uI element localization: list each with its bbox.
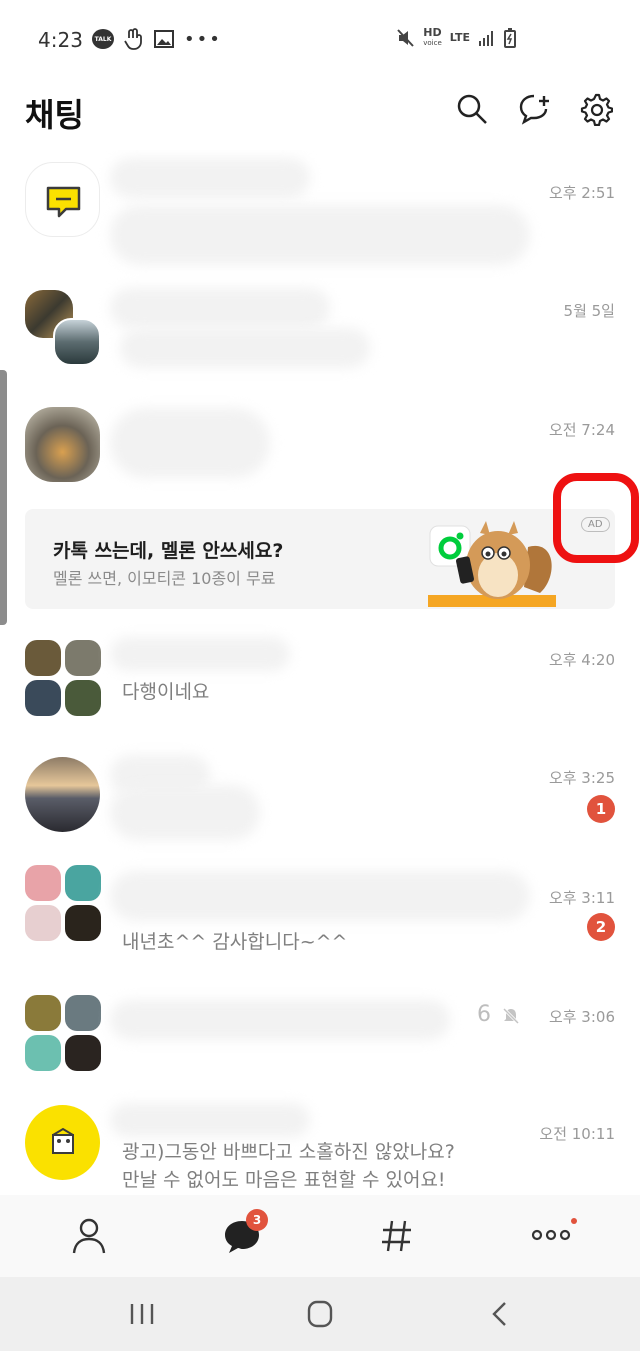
friends-tab-icon[interactable] (67, 1213, 111, 1257)
page-title: 채팅 (25, 96, 84, 134)
blurred-name (110, 1103, 310, 1137)
group-avatar (25, 640, 101, 716)
settings-gear-icon[interactable] (579, 92, 613, 126)
blurred-preview (120, 328, 370, 368)
chat-preview: 다행이네요 (122, 681, 210, 703)
chat-row[interactable]: 오후 2:51 (0, 150, 640, 268)
chat-row[interactable]: 다행이네요 오후 4:20 (0, 625, 640, 743)
blurred-preview (110, 205, 530, 265)
talk-icon: TALK (92, 29, 114, 49)
chat-preview: 내년초^^ 감사합니다~^^ (122, 931, 348, 953)
chat-row[interactable]: 광고)그동안 바쁘다고 소홀하진 않았나요? 만날 수 없어도 마음은 표현할 … (0, 1103, 640, 1195)
avatar (25, 1105, 100, 1180)
home-button-icon[interactable] (300, 1299, 340, 1329)
system-indicators: HD voice LTE (397, 26, 516, 48)
mute-icon (397, 29, 414, 47)
blurred-name (110, 288, 330, 328)
chat-preview-line2: 만날 수 없어도 마음은 표현할 수 있어요! (122, 1169, 446, 1191)
avatar (25, 757, 100, 832)
hd-voice-indicator: HD voice (423, 26, 442, 47)
avatar (25, 162, 100, 237)
status-time: 4:23 (38, 28, 83, 52)
chat-time: 오후 2:51 (548, 184, 615, 202)
header: 채팅 (0, 80, 640, 150)
chat-time: 오후 3:06 (548, 1008, 615, 1026)
ad-title: 카톡 쓰는데, 멜론 안쓰세요? (53, 540, 284, 562)
chat-row[interactable]: 내년초^^ 감사합니다~^^ 오후 3:11 2 (0, 863, 640, 981)
chat-time: 오후 4:20 (548, 651, 615, 669)
new-chat-icon[interactable] (518, 92, 552, 126)
search-icon[interactable] (455, 92, 489, 126)
notification-icons: TALK ••• (92, 28, 222, 50)
status-bar: 4:23 TALK ••• HD voice LTE (0, 0, 640, 80)
chat-time: 오전 7:24 (548, 421, 615, 439)
group-avatar (25, 865, 101, 941)
more-notifications-icon: ••• (184, 28, 222, 50)
ad-highlight-annotation (553, 473, 639, 563)
more-new-dot (571, 1218, 577, 1224)
member-count: 6 (477, 1002, 491, 1027)
chat-list: 오후 2:51 5월 5일 오전 7:24 다행이네요 오후 4:20 오후 3… (0, 150, 640, 1195)
more-tab-icon[interactable] (530, 1213, 574, 1257)
chat-time: 오후 3:11 (548, 889, 615, 907)
notice-chat-icon (46, 186, 81, 218)
chat-time: 5월 5일 (563, 302, 615, 320)
recent-apps-icon[interactable] (122, 1299, 162, 1329)
hashtag-tab-icon[interactable] (375, 1213, 419, 1257)
notification-off-icon (502, 1007, 520, 1025)
unread-badge: 2 (587, 913, 615, 941)
blurred-name (110, 871, 530, 921)
blurred-preview (110, 785, 260, 840)
chat-row[interactable]: 오후 3:25 1 (0, 745, 640, 863)
battery-icon (504, 28, 516, 48)
squirrel-character-icon (428, 521, 556, 607)
group-avatar (25, 290, 101, 366)
chats-unread-badge: 3 (246, 1209, 268, 1231)
chat-time: 오후 3:25 (548, 769, 615, 787)
blurred-name (110, 1000, 450, 1040)
chat-row[interactable]: 6 오후 3:06 (0, 990, 640, 1108)
blurred-name (110, 158, 310, 198)
back-button-icon[interactable] (480, 1299, 520, 1329)
lte-indicator: LTE (449, 31, 470, 44)
chat-time: 오전 10:11 (539, 1125, 615, 1143)
signal-icon (479, 31, 493, 46)
chat-preview-line1: 광고)그동안 바쁘다고 소홀하진 않았나요? (122, 1141, 455, 1163)
system-nav (0, 1277, 640, 1351)
unread-badge: 1 (587, 795, 615, 823)
gift-character-icon (52, 1127, 74, 1154)
ad-banner[interactable]: 카톡 쓰는데, 멜론 안쓰세요? 멜론 쓰면, 이모티콘 10종이 무료 AD (25, 509, 615, 609)
blurred-name (110, 408, 270, 478)
image-icon (154, 30, 174, 48)
blurred-name (110, 637, 290, 671)
bottom-nav: 3 (0, 1195, 640, 1277)
chat-row[interactable]: 오전 7:24 (0, 390, 640, 508)
hand-icon (124, 28, 142, 50)
ad-subtitle: 멜론 쓰면, 이모티콘 10종이 무료 (53, 569, 276, 588)
chat-row[interactable]: 5월 5일 (0, 270, 640, 388)
group-avatar (25, 995, 101, 1071)
avatar (25, 407, 100, 482)
